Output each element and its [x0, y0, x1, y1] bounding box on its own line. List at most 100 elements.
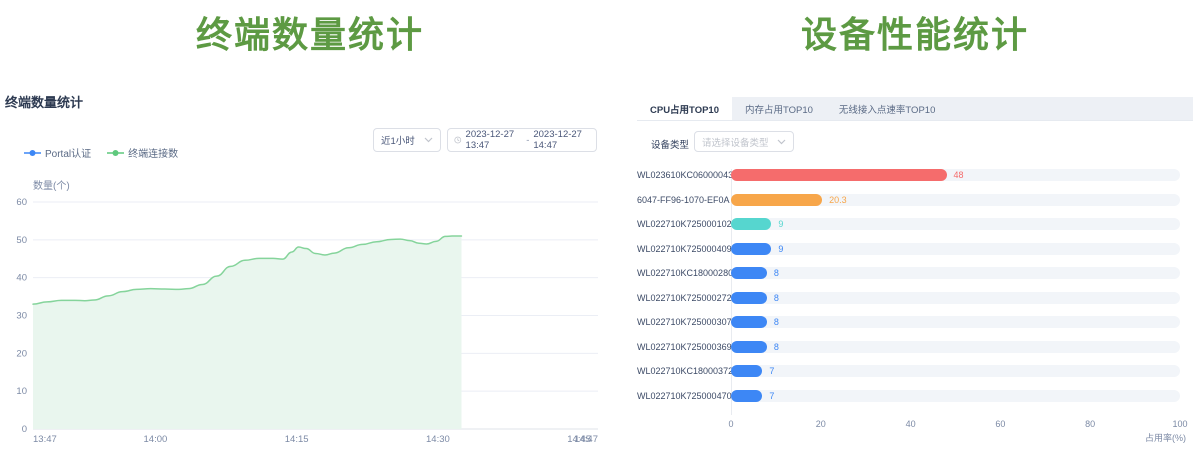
performance-tabbar: CPU占用TOP10内存占用TOP10无线接入点速率TOP10	[637, 97, 1193, 121]
legend-label: Portal认证	[45, 145, 91, 160]
device-name-label: WL022710K725000409	[637, 244, 723, 254]
x-tick-label: 40	[898, 419, 924, 429]
bar-track	[731, 194, 1180, 206]
device-name-label: WL023610KC06000043	[637, 170, 723, 180]
legend-item-portal[interactable]: Portal认证	[24, 145, 91, 160]
terminal-count-line-chart: 605040302010013:4714:0014:1514:3014:4514…	[0, 190, 620, 456]
device-name-label: WL022710KC18000280	[637, 268, 723, 278]
bar-track	[731, 267, 1180, 279]
device-name-label: WL022710K725000307	[637, 317, 723, 327]
x-tick-label: 60	[987, 419, 1013, 429]
bar-value-label: 7	[769, 391, 774, 401]
date-range-start: 2023-12-27 13:47	[466, 129, 523, 151]
bar-row: WL022710K725000102 9	[637, 212, 1193, 236]
chevron-down-icon	[777, 139, 786, 145]
bar-value-label: 8	[774, 268, 779, 278]
clock-icon	[454, 135, 462, 145]
bar-row: 6047-FF96-1070-EF0A 20.3	[637, 188, 1193, 212]
y-tick-label: 50	[16, 235, 27, 246]
time-range-value: 近1小时	[381, 133, 415, 147]
bar-value-label: 9	[778, 219, 783, 229]
x-tick-label: 14:00	[144, 434, 168, 445]
bar[interactable]	[731, 169, 947, 181]
cpu-top10-bar-chart: WL023610KC06000043 48 6047-FF96-1070-EF0A 2…	[637, 163, 1193, 453]
device-name-label: WL022710K725000470	[637, 391, 723, 401]
bar-track	[731, 341, 1180, 353]
x-tick-label: 14:15	[285, 434, 309, 445]
line-marker-icon	[24, 149, 41, 157]
line-marker-icon	[107, 149, 124, 157]
device-performance-card: CPU占用TOP10内存占用TOP10无线接入点速率TOP10 设备类型 请选择…	[637, 97, 1193, 453]
bar[interactable]	[731, 292, 767, 304]
bar-track	[731, 218, 1180, 230]
bar-value-label: 8	[774, 293, 779, 303]
right-page-title: 设备性能统计	[630, 6, 1200, 58]
x-tick-label: 14:30	[426, 434, 450, 445]
legend-item-terminal-connections[interactable]: 终端连接数	[107, 145, 178, 160]
bar[interactable]	[731, 341, 767, 353]
bar-track	[731, 292, 1180, 304]
x-tick-label: 80	[1077, 419, 1103, 429]
device-name-label: WL022710K725000369	[637, 342, 723, 352]
bar-row: WL022710K725000272 8	[637, 286, 1193, 310]
device-performance-panel: 设备性能统计 CPU占用TOP10内存占用TOP10无线接入点速率TOP10 设…	[630, 0, 1200, 456]
bar[interactable]	[731, 267, 767, 279]
bar[interactable]	[731, 390, 762, 402]
bar[interactable]	[731, 243, 771, 255]
device-name-label: WL022710K725000102	[637, 219, 723, 229]
tab-memory-top10[interactable]: 内存占用TOP10	[732, 97, 826, 120]
device-type-label: 设备类型	[651, 137, 689, 151]
bar-row: WL022710KC18000372 7	[637, 359, 1193, 383]
bar-value-label: 9	[778, 244, 783, 254]
device-name-label: WL022710KC18000372	[637, 366, 723, 376]
device-type-select[interactable]: 请选择设备类型	[694, 131, 794, 152]
bar-row: WL022710K725000470 7	[637, 384, 1193, 408]
chart-legend: Portal认证 终端连接数	[24, 145, 178, 160]
x-tick-label: 20	[808, 419, 834, 429]
bar-track	[731, 316, 1180, 328]
bar-value-label: 8	[774, 342, 779, 352]
date-range-end: 2023-12-27 14:47	[533, 129, 590, 151]
bar[interactable]	[731, 218, 771, 230]
bar-track	[731, 243, 1180, 255]
device-type-placeholder: 请选择设备类型	[702, 135, 769, 149]
bar-row: WL022710K725000409 9	[637, 237, 1193, 261]
terminal-panel-subtitle: 终端数量统计	[5, 92, 83, 111]
y-tick-label: 10	[16, 386, 27, 397]
x-tick-label: 14:47	[574, 434, 598, 445]
bar-row: WL022710KC18000280 8	[637, 261, 1193, 285]
tab-cpu-top10[interactable]: CPU占用TOP10	[637, 97, 732, 120]
bar[interactable]	[731, 194, 822, 206]
terminal-connections-area	[33, 236, 461, 429]
bar[interactable]	[731, 316, 767, 328]
tab-wireless-rate-top10[interactable]: 无线接入点速率TOP10	[826, 97, 948, 120]
bar-value-label: 8	[774, 317, 779, 327]
y-tick-label: 60	[16, 197, 27, 208]
date-range-separator: -	[526, 135, 529, 146]
y-tick-label: 30	[16, 311, 27, 322]
device-name-label: 6047-FF96-1070-EF0A	[637, 195, 723, 205]
y-tick-label: 40	[16, 273, 27, 284]
x-tick-label: 100	[1167, 419, 1193, 429]
y-tick-label: 0	[22, 424, 27, 435]
bar-value-label: 48	[954, 170, 964, 180]
date-range-picker[interactable]: 2023-12-27 13:47 - 2023-12-27 14:47	[447, 128, 597, 152]
device-name-label: WL022710K725000272	[637, 293, 723, 303]
bar-row: WL022710K725000307 8	[637, 310, 1193, 334]
x-tick-label: 13:47	[33, 434, 57, 445]
bar-row: WL023610KC06000043 48	[637, 163, 1193, 187]
bar-value-label: 7	[769, 366, 774, 376]
bar[interactable]	[731, 365, 762, 377]
terminal-count-panel: 终端数量统计 终端数量统计 近1小时 2023-12-27 13:47 - 20…	[0, 0, 620, 456]
legend-label: 终端连接数	[128, 145, 178, 160]
bar-row: WL022710K725000369 8	[637, 335, 1193, 359]
x-tick-label: 0	[718, 419, 744, 429]
x-axis-title: 占用率(%)	[1120, 431, 1186, 444]
chevron-down-icon	[424, 137, 433, 143]
time-range-select[interactable]: 近1小时	[373, 128, 441, 152]
left-page-title: 终端数量统计	[0, 6, 620, 58]
y-tick-label: 20	[16, 348, 27, 359]
bar-value-label: 20.3	[829, 195, 847, 205]
bar-track	[731, 365, 1180, 377]
bar-track	[731, 390, 1180, 402]
